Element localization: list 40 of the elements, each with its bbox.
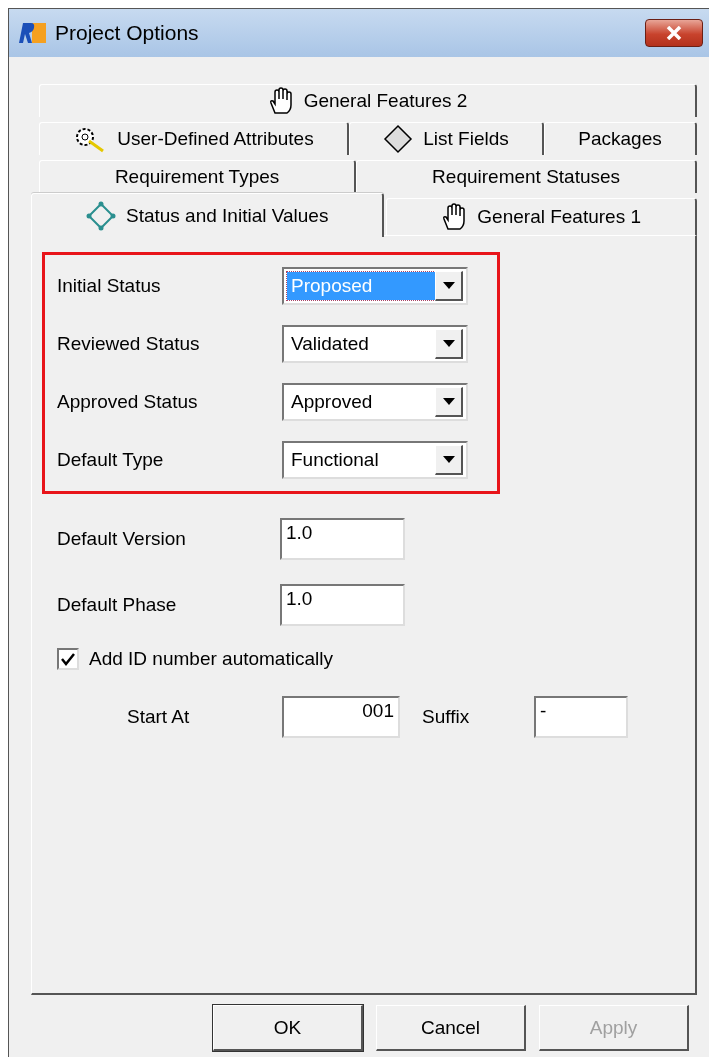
field-label: Approved Status	[57, 391, 199, 413]
tab[interactable]: User-Defined Attributes	[39, 122, 349, 155]
tab[interactable]: List Fields	[348, 122, 544, 155]
dropdown[interactable]: Approved	[282, 383, 468, 421]
hand-icon	[267, 87, 294, 115]
tab[interactable]: General Features 2	[39, 84, 697, 117]
text-field[interactable]: 1.0	[280, 518, 405, 560]
app-logo-icon	[17, 22, 47, 44]
field-label: Default Type	[57, 449, 165, 471]
caret-icon	[442, 456, 455, 463]
checkbox[interactable]	[57, 648, 79, 670]
hand-icon	[441, 203, 468, 231]
dialog-button[interactable]: Cancel	[376, 1005, 526, 1051]
window-title: Project Options	[55, 21, 199, 45]
field-label: Initial Status	[57, 275, 162, 297]
field-label: Reviewed Status	[57, 333, 201, 355]
check-icon	[61, 652, 75, 666]
diamond-nodes-icon	[85, 200, 116, 231]
caret-icon	[442, 340, 455, 347]
field-label: Default Phase	[57, 594, 178, 616]
text-field[interactable]: -	[534, 696, 628, 738]
close-icon	[666, 26, 682, 40]
tab[interactable]: Requirement Types	[39, 160, 357, 193]
text-field[interactable]: 001	[282, 696, 400, 738]
dropdown[interactable]: Validated	[282, 325, 468, 363]
diamond-icon	[383, 124, 414, 154]
checkbox-label: Add ID number automatically	[89, 648, 333, 670]
caret-icon	[442, 398, 455, 405]
close-button[interactable]	[645, 19, 703, 47]
tab[interactable]: Requirement Statuses	[356, 160, 697, 193]
field-label: Suffix	[422, 706, 471, 728]
dialog-button[interactable]: OK	[213, 1005, 363, 1051]
field-label: Start At	[127, 706, 191, 728]
caret-icon	[442, 282, 455, 289]
dropdown[interactable]: Functional	[282, 441, 468, 479]
tab[interactable]: General Features 1	[386, 198, 697, 235]
tab[interactable]: Packages	[544, 122, 697, 155]
tab[interactable]: Status and Initial Values	[31, 193, 385, 237]
text-field[interactable]: 1.0	[280, 584, 405, 626]
field-label: Default Version	[57, 528, 187, 550]
